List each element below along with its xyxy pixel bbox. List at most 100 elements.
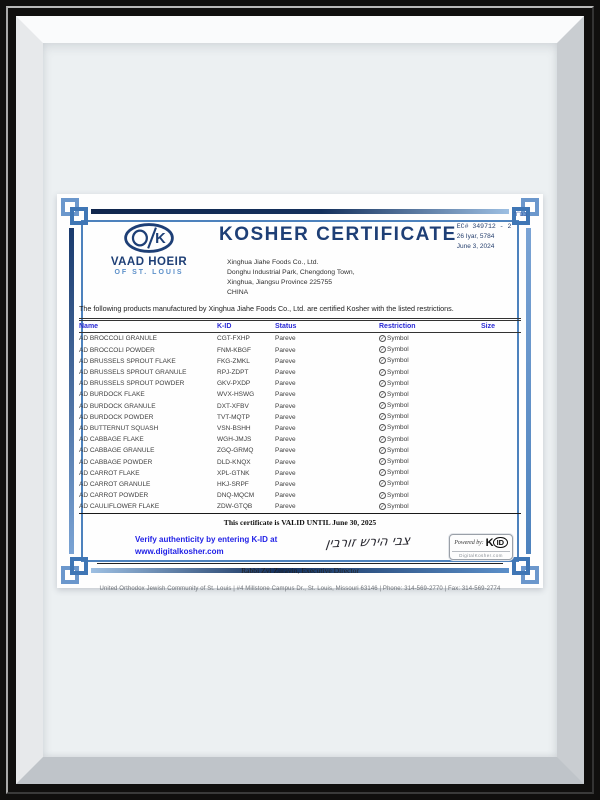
product-restriction: ✓Symbol: [379, 445, 481, 456]
footer-address: United Orthodox Jewish Community of St. …: [79, 586, 521, 592]
product-status: Pareve: [275, 333, 379, 345]
product-kid: CGT-FXHP: [217, 333, 275, 345]
signer-name-title: Rabbi Zvi Zuravin, Executive Director: [79, 566, 521, 575]
product-kid: ZDW-GTQB: [217, 501, 275, 512]
product-restriction: ✓Symbol: [379, 423, 481, 434]
product-name: AD BRUSSELS SPROUT POWDER: [79, 378, 217, 389]
product-row: AD CABBAGE GRANULE ZGQ-GRMQ Pareve ✓Symb…: [79, 445, 521, 456]
product-size: [481, 445, 521, 456]
product-name: AD BUTTERNUT SQUASH: [79, 423, 217, 434]
col-header-name: Name: [79, 320, 217, 333]
product-row: AD BURDOCK FLAKE WVX-HSWG Pareve ✓Symbol: [79, 389, 521, 400]
product-restriction: ✓Symbol: [379, 333, 481, 345]
product-size: [481, 356, 521, 367]
issue-date: June 3, 2024: [457, 242, 549, 252]
product-name: AD CARROT POWDER: [79, 490, 217, 501]
org-subname: OF ST. LOUIS: [79, 269, 219, 276]
check-circle-icon: ✓: [379, 492, 386, 499]
check-circle-icon: ✓: [379, 458, 386, 465]
product-kid: XPL-GTNK: [217, 468, 275, 479]
col-header-kid: K-ID: [217, 320, 275, 333]
certificate-content: בס"ד K VAAD HOEIR OF ST. LOUIS KOSHER CE…: [79, 218, 521, 564]
product-size: [481, 367, 521, 378]
product-kid: DNQ-MQCM: [217, 490, 275, 501]
col-header-restriction: Restriction: [379, 320, 481, 333]
product-status: Pareve: [275, 468, 379, 479]
product-row: AD CABBAGE POWDER DLD-KNQX Pareve ✓Symbo…: [79, 456, 521, 467]
product-kid: TVT-MQTP: [217, 412, 275, 423]
product-kid: HKJ-SRPF: [217, 479, 275, 490]
product-size: [481, 468, 521, 479]
product-row: AD BROCCOLI POWDER FNM-KBGF Pareve ✓Symb…: [79, 345, 521, 356]
signature-rule: [97, 563, 503, 564]
product-status: Pareve: [275, 479, 379, 490]
product-size: [481, 389, 521, 400]
vaad-hoeir-logo: K VAAD HOEIR OF ST. LOUIS: [79, 218, 219, 276]
check-circle-icon: ✓: [379, 424, 386, 431]
product-status: Pareve: [275, 456, 379, 467]
check-circle-icon: ✓: [379, 357, 386, 364]
check-circle-icon: ✓: [379, 369, 386, 376]
product-row: AD BURDOCK POWDER TVT-MQTP Pareve ✓Symbo…: [79, 412, 521, 423]
product-size: [481, 412, 521, 423]
col-header-size: Size: [481, 320, 521, 333]
svg-text:K: K: [155, 231, 166, 247]
col-header-status: Status: [275, 320, 379, 333]
product-size: [481, 378, 521, 389]
product-size: [481, 423, 521, 434]
certificate-number: EC# 349712 - 2: [457, 222, 549, 232]
product-size: [481, 401, 521, 412]
product-status: Pareve: [275, 345, 379, 356]
product-restriction: ✓Symbol: [379, 479, 481, 490]
check-circle-icon: ✓: [379, 335, 386, 342]
product-status: Pareve: [275, 423, 379, 434]
signature-row: Verify authenticity by entering K-ID at …: [79, 534, 521, 560]
powered-by-label: Powered by:: [454, 540, 483, 546]
intro-statement: The following products manufactured by X…: [79, 304, 521, 313]
product-name: AD CABBAGE POWDER: [79, 456, 217, 467]
org-name: VAAD HOEIR: [79, 256, 219, 268]
product-row: AD BROCCOLI GRANULE CGT-FXHP Pareve ✓Sym…: [79, 333, 521, 345]
products-table: Name K-ID Status Restriction Size AD BRO…: [79, 318, 521, 512]
product-name: AD BURDOCK POWDER: [79, 412, 217, 423]
product-row: AD CABBAGE FLAKE WGH-JMJS Pareve ✓Symbol: [79, 434, 521, 445]
product-status: Pareve: [275, 389, 379, 400]
certificate-header: K VAAD HOEIR OF ST. LOUIS KOSHER CERTIFI…: [79, 218, 521, 276]
product-status: Pareve: [275, 434, 379, 445]
check-circle-icon: ✓: [379, 402, 386, 409]
product-row: AD CARROT FLAKE XPL-GTNK Pareve ✓Symbol: [79, 468, 521, 479]
product-row: AD BRUSSELS SPROUT GRANULE RPJ-ZDPT Pare…: [79, 367, 521, 378]
product-kid: WGH-JMJS: [217, 434, 275, 445]
product-name: AD BROCCOLI POWDER: [79, 345, 217, 356]
framed-certificate-photo: בס"ד K VAAD HOEIR OF ST. LOUIS KOSHER CE…: [0, 0, 600, 800]
product-restriction: ✓Symbol: [379, 378, 481, 389]
product-restriction: ✓Symbol: [379, 345, 481, 356]
company-country: CHINA: [227, 288, 521, 298]
product-row: AD BRUSSELS SPROUT FLAKE FKG-ZMKL Pareve…: [79, 356, 521, 367]
digitalkosher-badge-url: DigitalKosher.com: [452, 551, 510, 558]
check-circle-icon: ✓: [379, 413, 386, 420]
product-name: AD BURDOCK FLAKE: [79, 389, 217, 400]
company-address2: Xinghua, Jiangsu Province 225755: [227, 278, 521, 288]
product-row: AD BRUSSELS SPROUT POWDER GKV-PXDP Parev…: [79, 378, 521, 389]
product-restriction: ✓Symbol: [379, 412, 481, 423]
product-restriction: ✓Symbol: [379, 356, 481, 367]
kid-logo-icon: KID: [486, 537, 508, 549]
product-kid: ZGQ-GRMQ: [217, 445, 275, 456]
check-circle-icon: ✓: [379, 380, 386, 387]
handwritten-signature: צבי הירש זורבין: [285, 532, 450, 554]
product-kid: DLD-KNQX: [217, 456, 275, 467]
certificate-paper: בס"ד K VAAD HOEIR OF ST. LOUIS KOSHER CE…: [57, 194, 543, 588]
product-kid: RPJ-ZDPT: [217, 367, 275, 378]
product-kid: VSN-BSHH: [217, 423, 275, 434]
hebrew-date: 26 Iyar, 5784: [457, 232, 549, 242]
product-kid: WVX-HSWG: [217, 389, 275, 400]
ok-oval-logo-icon: K: [123, 221, 175, 255]
product-name: AD CARROT FLAKE: [79, 468, 217, 479]
product-size: [481, 333, 521, 345]
product-restriction: ✓Symbol: [379, 401, 481, 412]
product-name: AD BRUSSELS SPROUT GRANULE: [79, 367, 217, 378]
product-name: AD CABBAGE FLAKE: [79, 434, 217, 445]
product-row: AD CAULIFLOWER FLAKE ZDW-GTQB Pareve ✓Sy…: [79, 501, 521, 512]
product-size: [481, 501, 521, 512]
